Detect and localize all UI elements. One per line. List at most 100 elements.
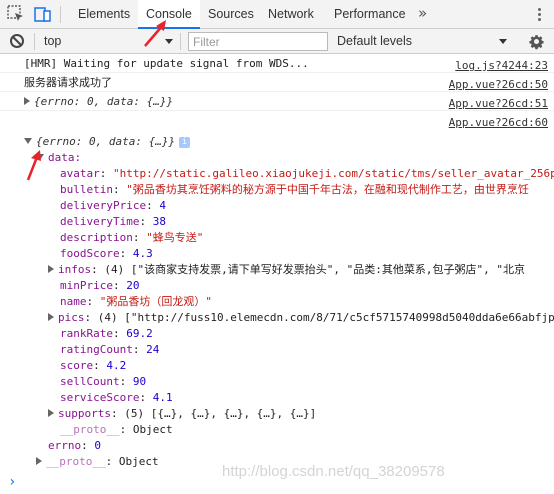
tree-value: 4.1 [152, 391, 173, 404]
tab-console[interactable]: Console [138, 0, 200, 29]
chevron-down-icon[interactable] [165, 39, 173, 44]
console-toolbar: top Default levels [0, 29, 554, 54]
toolbar-divider [180, 33, 181, 50]
tree-value: 4 [159, 199, 166, 212]
tab-elements[interactable]: Elements [78, 0, 130, 29]
info-icon[interactable]: i [179, 137, 191, 148]
tree-row: description: "蜂鸟专送" [60, 231, 204, 244]
expand-triangle-icon[interactable] [36, 457, 42, 465]
tree-key: rankRate [60, 327, 113, 340]
devtools-tabbar: Elements Console Sources Network Perform… [0, 0, 554, 29]
expanded-object-header[interactable]: {errno: 0, data: {…}} i [24, 134, 191, 150]
tree-value: Object [118, 455, 159, 468]
tree-value: 0 [94, 439, 101, 452]
watermark: http://blog.csdn.net/qq_38209578 [222, 463, 445, 480]
tree-node-errno: errno: 0 [48, 439, 101, 452]
tree-value: 4.2 [106, 359, 127, 372]
tree-key: score [60, 359, 94, 372]
tree-row: minPrice: 20 [60, 279, 140, 292]
tree-row: deliveryPrice: 4 [60, 199, 166, 212]
tree-row: bulletin: "粥品香坊其烹饪粥料的秘方源于中国千年古法，在融和现代制作工… [60, 183, 529, 196]
tree-key: name [60, 295, 87, 308]
log-levels-dropdown[interactable]: Default levels [337, 29, 412, 54]
console-output: [HMR] Waiting for update signal from WDS… [0, 54, 554, 494]
tree-value: 20 [126, 279, 140, 292]
tree-node-outer-proto[interactable]: __proto__: Object [36, 454, 159, 470]
tree-row: __proto__: Object [60, 423, 173, 436]
tree-key: serviceScore [60, 391, 140, 404]
tree-key: foodScore [60, 247, 120, 260]
gear-icon[interactable] [528, 33, 545, 50]
log-message-collapsed[interactable]: {errno: 0, data: {…}} App.vue?26cd:51 [0, 92, 554, 111]
tree-row: score: 4.2 [60, 359, 127, 372]
log-message-hmr: [HMR] Waiting for update signal from WDS… [0, 54, 554, 73]
tree-value: "粥品香坊其烹饪粥料的秘方源于中国千年古法，在融和现代制作工艺，由世界烹饪 [126, 183, 529, 196]
clear-console-icon[interactable] [10, 34, 24, 48]
tree-value: Object [132, 423, 173, 436]
log-message-expanded: App.vue?26cd:60 {errno: 0, data: {…}} i d… [0, 111, 554, 471]
tree-key: ratingCount [60, 343, 133, 356]
tree-key: data: [48, 151, 82, 164]
log-text: 服务器请求成功了 [24, 76, 112, 89]
tree-row: sellCount: 90 [60, 375, 147, 388]
tree-key: minPrice [60, 279, 113, 292]
tree-row: serviceScore: 4.1 [60, 391, 173, 404]
device-toolbar-icon[interactable] [34, 5, 52, 23]
devtools-menu-icon[interactable] [533, 6, 545, 24]
log-source-link[interactable]: log.js?4244:23 [455, 59, 548, 72]
tab-sources[interactable]: Sources [208, 0, 254, 29]
expand-triangle-icon[interactable] [48, 409, 54, 417]
context-selector[interactable]: top [44, 29, 61, 54]
expand-triangle-icon[interactable] [48, 265, 54, 273]
log-message-success: 服务器请求成功了 App.vue?26cd:50 [0, 73, 554, 92]
log-source-link[interactable]: App.vue?26cd:50 [449, 78, 548, 91]
tree-key: errno [48, 439, 82, 452]
log-text: [HMR] Waiting for update signal from WDS… [24, 57, 309, 70]
tree-row[interactable]: pics: (4) ["http://fuss10.elemecdn.com/8… [48, 310, 554, 326]
tree-row[interactable]: infos: (4) ["该商家支持发票,请下单写好发票抬头", "品类:其他菜… [48, 262, 525, 278]
tree-row[interactable]: supports: (5) [{…}, {…}, {…}, {…}, {…}] [48, 406, 316, 422]
tree-value: (4) ["http://fuss10.elemecdn.com/8/71/c5… [97, 311, 554, 324]
tree-key: bulletin [60, 183, 113, 196]
tree-key: __proto__ [46, 455, 106, 468]
tree-value: "蜂鸟专送" [146, 231, 204, 244]
tree-value: 90 [132, 375, 147, 388]
tree-value: 69.2 [126, 327, 153, 340]
tree-value: 4.3 [132, 247, 153, 260]
tree-row: rankRate: 69.2 [60, 327, 153, 340]
tree-key: sellCount [60, 375, 120, 388]
tree-row: name: "粥品香坊（回龙观）" [60, 295, 212, 308]
tree-row: avatar: "http://static.galileo.xiaojukej… [60, 166, 554, 182]
tree-key: infos [58, 263, 92, 276]
more-tabs-button[interactable]: » [418, 0, 427, 29]
tree-key: pics [58, 311, 85, 324]
expand-triangle-icon[interactable] [48, 313, 54, 321]
collapsed-object[interactable]: {errno: 0, data: {…}} [24, 94, 173, 110]
inspect-element-icon[interactable] [7, 5, 25, 23]
tree-key: avatar [60, 167, 100, 180]
toolbar-divider [60, 6, 61, 23]
toolbar-divider [34, 33, 35, 50]
tree-row: ratingCount: 24 [60, 343, 160, 356]
chevron-down-icon[interactable] [499, 39, 507, 44]
tree-row: foodScore: 4.3 [60, 247, 153, 260]
expand-triangle-icon[interactable] [24, 97, 30, 105]
collapse-triangle-icon[interactable] [24, 138, 32, 144]
tree-value: "http://static.galileo.xiaojukeji.com/st… [113, 167, 554, 180]
tab-network[interactable]: Network [268, 0, 314, 29]
log-source-link[interactable]: App.vue?26cd:60 [449, 116, 548, 129]
tree-value: (4) ["该商家支持发票,请下单写好发票抬头", "品类:其他菜系,包子粥店"… [104, 263, 525, 276]
tree-value: (5) [{…}, {…}, {…}, {…}, {…}] [124, 407, 317, 420]
log-source-link[interactable]: App.vue?26cd:51 [449, 97, 548, 110]
tree-value: "粥品香坊（回龙观）" [99, 295, 212, 308]
tree-key: description [60, 231, 133, 244]
tab-performance[interactable]: Performance [334, 0, 406, 29]
filter-input[interactable] [188, 32, 328, 51]
tree-key: supports [58, 407, 111, 420]
collapse-triangle-icon[interactable] [36, 154, 44, 160]
tree-row: deliveryTime: 38 [60, 215, 166, 228]
console-prompt[interactable]: › [8, 474, 16, 490]
tree-value: 24 [146, 343, 160, 356]
tree-key: deliveryPrice [60, 199, 147, 212]
tree-node-data[interactable]: data: [36, 150, 81, 166]
